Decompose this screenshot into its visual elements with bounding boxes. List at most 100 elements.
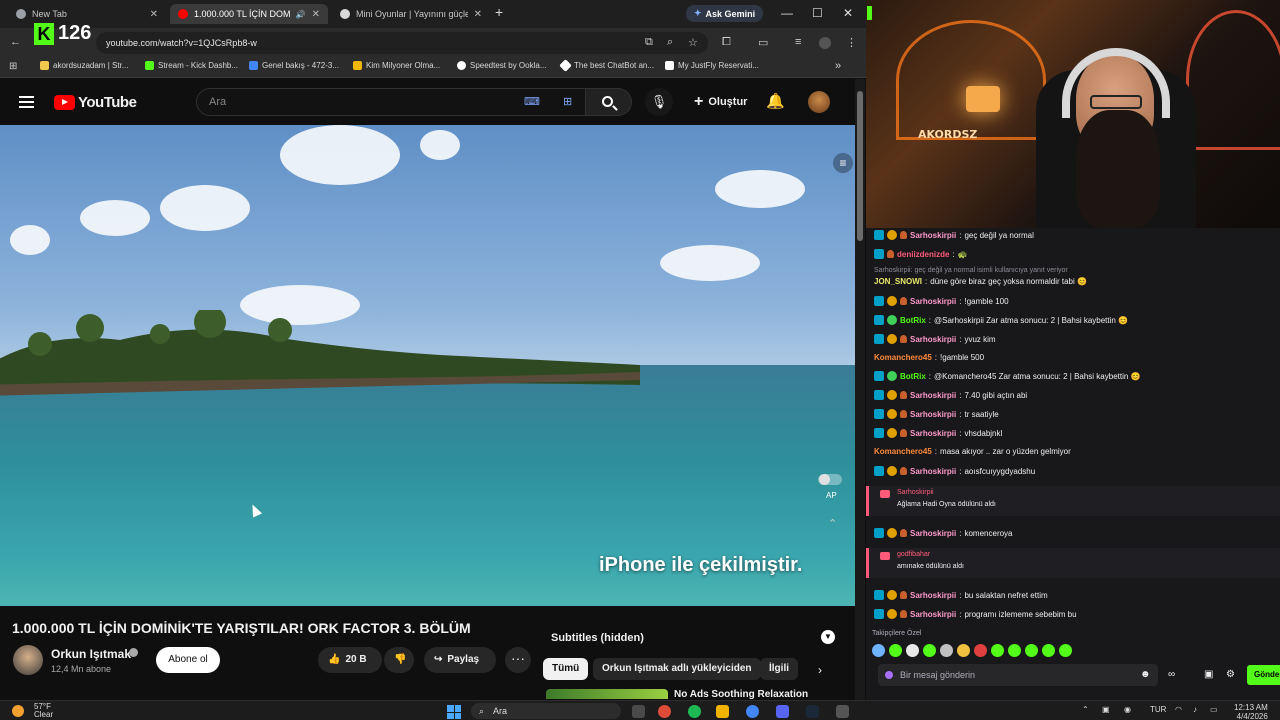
emote-icon[interactable] <box>1059 644 1072 657</box>
chat-username[interactable]: Sarhoskirpii <box>910 529 956 538</box>
close-icon[interactable]: ✕ <box>312 9 320 20</box>
close-icon[interactable]: ✕ <box>150 9 158 20</box>
chat-username[interactable]: Sarhoskirpii <box>910 410 956 419</box>
volume-icon[interactable]: ♪ <box>1193 705 1197 714</box>
chevron-right-icon[interactable]: » <box>835 60 841 72</box>
app-icon[interactable] <box>836 705 849 718</box>
emote-icon[interactable] <box>923 644 936 657</box>
chevron-right-icon[interactable]: › <box>818 663 822 677</box>
emote-icon[interactable] <box>940 644 953 657</box>
file-explorer-icon[interactable] <box>716 705 729 718</box>
loop-icon[interactable]: ∞ <box>1168 669 1175 680</box>
start-button[interactable] <box>447 705 461 719</box>
channel-name[interactable]: Orkun Işıtmak <box>51 647 131 661</box>
keyboard-language[interactable]: TUR <box>1150 705 1166 714</box>
voice-search-button[interactable]: 🎙 <box>645 88 673 116</box>
chat-username[interactable]: Sarhoskirpii <box>910 231 956 240</box>
kebab-menu-icon[interactable]: ⋮ <box>846 36 857 49</box>
tab-mini-oyunlar[interactable]: Mini Oyunlar | Yayınını güçlend ✕ <box>332 4 490 24</box>
chat-username[interactable]: BotRix <box>900 316 926 325</box>
discord-icon[interactable] <box>776 705 789 718</box>
scroll-thumb[interactable] <box>857 91 863 241</box>
ask-gemini-button[interactable]: ✦ Ask Gemini <box>686 5 764 22</box>
new-tab-button[interactable]: + <box>495 4 503 20</box>
chat-username[interactable]: Sarhoskirpii <box>910 335 956 344</box>
bookmark-item[interactable]: Speedtest by Ookla... <box>457 61 547 70</box>
keyboard-icon[interactable]: ⊞ <box>563 95 572 108</box>
chrome-taskbar-icon[interactable] <box>746 705 759 718</box>
subtitles-panel[interactable]: Subtitles (hidden) ▼ <box>542 626 842 652</box>
apps-grid-icon[interactable]: ⊞ <box>9 61 17 72</box>
close-window-icon[interactable]: ✕ <box>843 6 853 20</box>
obs-icon[interactable] <box>658 705 671 718</box>
emote-icon[interactable] <box>974 644 987 657</box>
redeem-user[interactable]: godfibahar <box>897 551 930 558</box>
maximize-icon[interactable]: ☐ <box>812 6 823 20</box>
tray-app-icon[interactable]: ▣ <box>1102 705 1110 714</box>
create-button[interactable]: + Oluştur <box>684 89 757 115</box>
bookmark-item[interactable]: Genel bakış - 472-3... <box>249 61 339 70</box>
back-icon[interactable]: ← <box>10 36 21 48</box>
chat-username[interactable]: BotRix <box>900 372 926 381</box>
speaker-icon[interactable]: 🔊 <box>296 10 306 19</box>
chat-username[interactable]: deniizdenizde <box>897 250 949 259</box>
subscribe-button[interactable]: Abone ol <box>156 647 220 673</box>
notifications-bell-icon[interactable]: 🔔 <box>766 92 785 110</box>
chip-from-uploader[interactable]: Orkun Işıtmak adlı yükleyiciden <box>593 658 761 680</box>
more-actions-button[interactable]: ··· <box>505 647 531 673</box>
chip-related[interactable]: İlgili <box>760 658 798 680</box>
install-icon[interactable]: ⧉ <box>645 36 653 49</box>
profile-avatar[interactable] <box>819 37 831 49</box>
page-scrollbar[interactable] <box>855 79 865 700</box>
menu-list-icon[interactable]: ≡ <box>795 36 801 48</box>
emote-icon[interactable] <box>1042 644 1055 657</box>
recommended-title[interactable]: No Ads Soothing Relaxation <box>674 689 808 699</box>
hamburger-menu-icon[interactable] <box>19 96 34 108</box>
dislike-button[interactable]: 👎 <box>384 647 414 673</box>
minimize-icon[interactable]: — <box>781 6 793 20</box>
chevron-down-icon[interactable]: ▼ <box>821 630 835 644</box>
chat-username[interactable]: Komanchero45 <box>874 353 932 362</box>
translate-icon[interactable]: ⌨ <box>524 95 540 108</box>
spotify-icon[interactable] <box>688 705 701 718</box>
bookmark-item[interactable]: The best ChatBot an... <box>559 59 654 72</box>
split-view-icon[interactable]: ▭ <box>758 36 768 49</box>
bookmark-item[interactable]: My JustFly Reservati... <box>665 61 759 70</box>
youtube-logo[interactable]: YouTube <box>54 94 137 111</box>
like-button[interactable]: 👍 20 B <box>318 647 382 673</box>
system-clock[interactable]: 12:13 AM 4/4/2026 <box>1234 703 1268 720</box>
emoji-icon[interactable]: ☻ <box>1140 669 1151 680</box>
bookmark-star-icon[interactable]: ☆ <box>688 36 698 49</box>
extensions-icon[interactable]: ⧠ <box>722 36 731 49</box>
emote-icon[interactable] <box>906 644 919 657</box>
chat-username[interactable]: Sarhoskirpii <box>910 591 956 600</box>
send-button[interactable]: Gönder <box>1247 665 1280 685</box>
emote-icon[interactable] <box>1008 644 1021 657</box>
bookmark-item[interactable]: akordsuzadam | Str... <box>40 61 128 70</box>
tray-chevron-icon[interactable]: ⌃ <box>1082 705 1089 714</box>
bookmark-item[interactable]: Kim Milyoner Olma... <box>353 61 440 70</box>
calendar-icon[interactable]: ▣ <box>1204 669 1213 680</box>
chat-username[interactable]: Komanchero45 <box>874 447 932 456</box>
chat-username[interactable]: Sarhoskirpii <box>910 467 956 476</box>
weather-icon[interactable] <box>12 705 24 717</box>
autoplay-toggle[interactable] <box>818 474 842 485</box>
emote-icon[interactable] <box>1025 644 1038 657</box>
account-avatar[interactable] <box>808 91 830 113</box>
bookmark-item[interactable]: Stream - Kick Dashb... <box>145 61 238 70</box>
tab-new-tab[interactable]: New Tab ✕ <box>8 4 166 24</box>
task-view-icon[interactable] <box>632 705 645 718</box>
video-player[interactable]: ≡ AP ⌃ iPhone ile çekilmiştir. <box>0 125 855 606</box>
chat-username[interactable]: Sarhoskirpii <box>910 297 956 306</box>
steam-icon[interactable] <box>806 705 819 718</box>
chat-username[interactable]: Sarhoskirpii <box>910 391 956 400</box>
emote-icon[interactable] <box>991 644 1004 657</box>
gear-icon[interactable]: ⚙ <box>1226 669 1235 680</box>
expand-icon[interactable]: ⌃ <box>828 517 837 530</box>
chat-username[interactable]: Sarhoskirpii <box>910 429 956 438</box>
tray-app-icon[interactable]: ◉ <box>1124 705 1131 714</box>
chat-username[interactable]: Sarhoskirpii <box>910 610 956 619</box>
redeem-user[interactable]: Sarhoskirpii <box>897 489 934 496</box>
emote-icon[interactable] <box>872 644 885 657</box>
chat-username[interactable]: JON_SNOWI <box>874 277 922 286</box>
